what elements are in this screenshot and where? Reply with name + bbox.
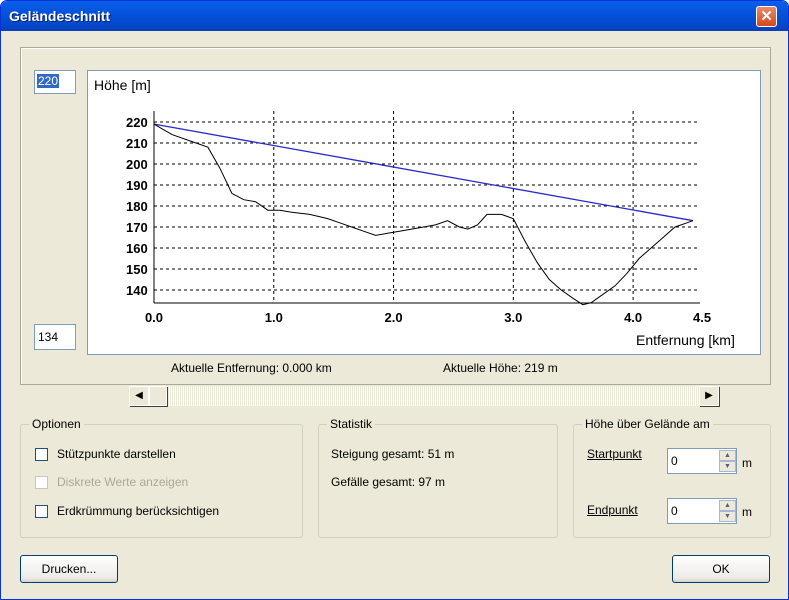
y-tick-label: 210 xyxy=(126,136,148,151)
start-point-down-button[interactable]: ▼ xyxy=(719,461,736,472)
current-distance: Aktuelle Entfernung: 0.000 km xyxy=(171,361,332,375)
x-tick-label: 4.5 xyxy=(693,310,711,325)
discrete-values-checkbox xyxy=(35,476,48,489)
scroll-left-button[interactable]: ◀ xyxy=(129,386,149,406)
start-point-value: 0 xyxy=(671,454,678,468)
height-above-legend: Höhe über Gelände am xyxy=(582,417,713,431)
start-point-unit: m xyxy=(742,456,752,470)
y-tick-label: 200 xyxy=(126,157,148,172)
discrete-values-label: Diskrete Werte anzeigen xyxy=(57,475,189,489)
end-point-input[interactable]: 0 ▲ ▼ xyxy=(667,498,737,524)
y-tick-label: 190 xyxy=(126,178,148,193)
descent-total: Gefälle gesamt: 97 m xyxy=(331,475,446,489)
dialog-window: Geländeschnitt ✕ 220 134 Höhe [m] Entfer… xyxy=(0,0,789,600)
x-tick-label: 4.0 xyxy=(624,310,642,325)
scroll-thumb[interactable] xyxy=(149,386,167,406)
end-point-label: Endpunkt xyxy=(587,503,638,517)
y-tick-label: 160 xyxy=(126,241,148,256)
x-tick-label: 3.0 xyxy=(504,310,522,325)
end-point-unit: m xyxy=(742,505,752,519)
ascent-total: Steigung gesamt: 51 m xyxy=(331,447,455,461)
max-height-field[interactable]: 220 xyxy=(34,70,76,94)
x-tick-label: 1.0 xyxy=(265,310,283,325)
y-tick-label: 140 xyxy=(126,283,148,298)
y-tick-label: 180 xyxy=(126,199,148,214)
distance-scrollbar[interactable]: ◀ ▶ xyxy=(129,386,719,406)
profile-plot[interactable]: Höhe [m] Entfernung [km] 220 210 200 190 180… xyxy=(87,70,761,355)
y-tick-label: 220 xyxy=(126,115,148,130)
x-tick-label: 2.0 xyxy=(385,310,403,325)
min-height-value: 134 xyxy=(38,330,59,344)
statistics-legend: Statistik xyxy=(327,417,376,431)
print-button-label: Drucken... xyxy=(41,562,97,576)
support-points-checkbox[interactable] xyxy=(35,448,48,461)
terrain-series xyxy=(153,123,694,306)
scroll-right-button[interactable]: ▶ xyxy=(699,386,719,406)
title-bar: Geländeschnitt ✕ xyxy=(1,1,788,31)
close-button[interactable]: ✕ xyxy=(756,6,777,27)
earth-curvature-label: Erdkrümmung berücksichtigen xyxy=(57,504,220,518)
ok-button[interactable]: OK xyxy=(672,555,770,583)
end-point-value: 0 xyxy=(671,504,678,518)
y-tick-label: 150 xyxy=(126,262,148,277)
options-legend: Optionen xyxy=(29,417,84,431)
print-button[interactable]: Drucken... xyxy=(20,555,118,583)
ok-button-label: OK xyxy=(712,562,730,576)
y-tick-label: 170 xyxy=(126,220,148,235)
start-point-label: Startpunkt xyxy=(587,447,642,461)
support-points-label: Stützpunkte darstellen xyxy=(57,447,176,461)
earth-curvature-checkbox[interactable] xyxy=(35,505,48,518)
end-point-up-button[interactable]: ▲ xyxy=(719,500,736,511)
max-height-value: 220 xyxy=(37,74,60,88)
profile-chart-svg: 220 210 200 190 180 170 160 150 140 0.0 1.0 2.0 3.0 4… xyxy=(126,111,711,325)
min-height-field[interactable]: 134 xyxy=(34,324,76,350)
x-tick-label: 0.0 xyxy=(145,310,163,325)
end-point-down-button[interactable]: ▼ xyxy=(719,511,736,522)
window-title: Geländeschnitt xyxy=(9,8,111,24)
current-height: Aktuelle Höhe: 219 m xyxy=(443,361,558,375)
start-point-up-button[interactable]: ▲ xyxy=(719,450,736,461)
start-point-input[interactable]: 0 ▲ ▼ xyxy=(667,448,737,474)
